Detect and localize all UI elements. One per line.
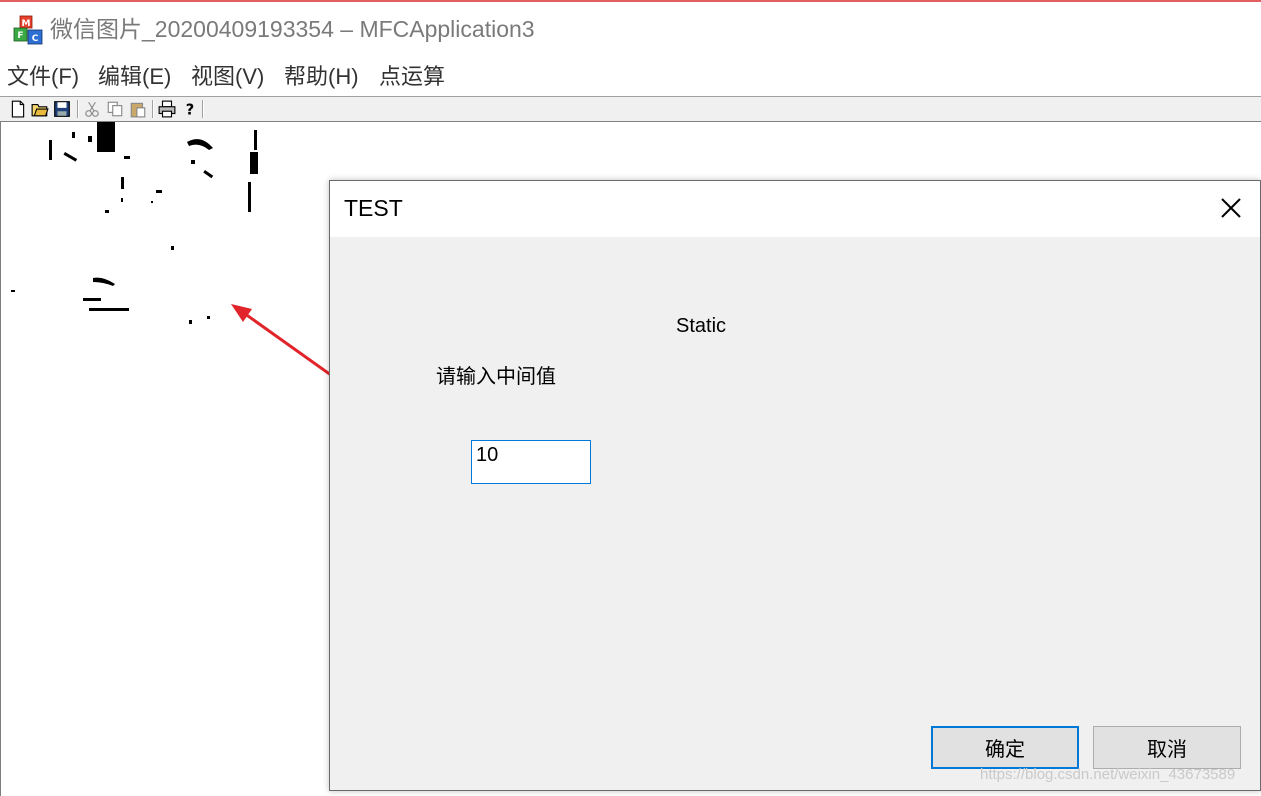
- new-file-icon[interactable]: [9, 100, 27, 118]
- svg-text:?: ?: [186, 102, 194, 118]
- app-window: M F C 微信图片_20200409193354 – MFCApplicati…: [0, 0, 1261, 796]
- menu-point-operation[interactable]: 点运算: [379, 60, 445, 94]
- paste-icon[interactable]: [129, 100, 147, 118]
- watermark: https://blog.csdn.net/weixin_43673589: [980, 766, 1236, 783]
- title-bar[interactable]: M F C 微信图片_20200409193354 – MFCApplicati…: [0, 0, 1261, 56]
- help-icon[interactable]: ?: [181, 100, 199, 118]
- dialog-title: TEST: [344, 195, 403, 221]
- prompt-label: 请输入中间值: [436, 364, 556, 388]
- mfc-app-icon: M F C: [13, 15, 43, 45]
- svg-text:F: F: [17, 31, 23, 41]
- toolbar-separator: [202, 100, 204, 118]
- save-icon[interactable]: [53, 100, 71, 118]
- ok-button[interactable]: 确定: [931, 726, 1079, 769]
- cancel-button[interactable]: 取消: [1093, 726, 1241, 769]
- binarized-image: [11, 122, 258, 324]
- menu-file[interactable]: 文件(F): [7, 60, 79, 94]
- open-folder-icon[interactable]: [31, 100, 49, 118]
- toolbar-separator: [77, 100, 79, 118]
- menu-view[interactable]: 视图(V): [191, 60, 264, 94]
- svg-text:C: C: [32, 34, 39, 44]
- menu-help[interactable]: 帮助(H): [284, 60, 359, 94]
- menu-edit[interactable]: 编辑(E): [98, 60, 171, 94]
- test-dialog: TEST Static 请输入中间值 确定 取消: [329, 180, 1261, 791]
- window-title: 微信图片_20200409193354 – MFCApplication3: [50, 16, 535, 42]
- cut-icon[interactable]: [83, 100, 101, 118]
- toolbar-separator: [152, 100, 154, 118]
- dialog-title-bar[interactable]: TEST: [330, 181, 1260, 237]
- toolbar: ?: [0, 96, 1261, 122]
- copy-icon[interactable]: [106, 100, 124, 118]
- static-text: Static: [676, 315, 727, 337]
- median-value-input[interactable]: [471, 440, 591, 484]
- menu-bar: 文件(F) 编辑(E) 视图(V) 帮助(H) 点运算: [0, 58, 1261, 96]
- close-icon[interactable]: [1202, 181, 1260, 237]
- svg-text:M: M: [22, 19, 31, 29]
- print-icon[interactable]: [158, 100, 176, 118]
